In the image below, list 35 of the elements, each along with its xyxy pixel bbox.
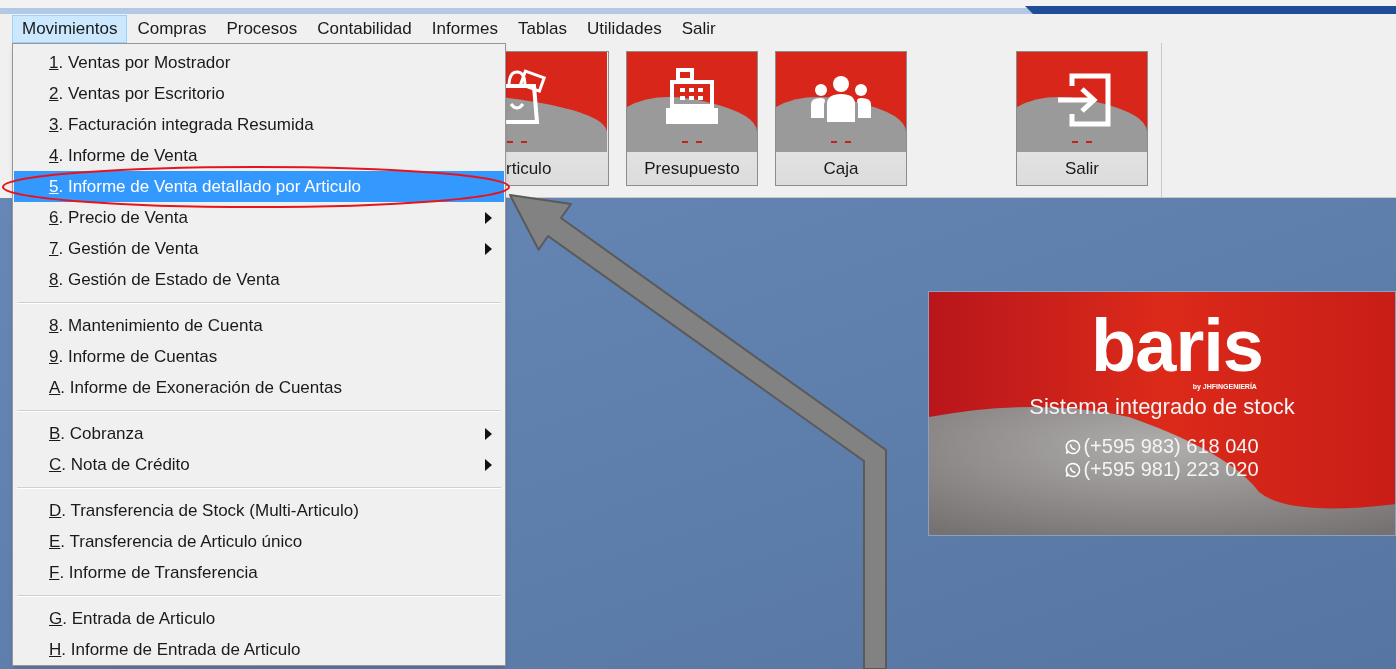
menu-bar-item[interactable]: Procesos [216,14,308,43]
menu-item[interactable]: 9. Informe de Cuentas [14,341,504,372]
toolbar-button[interactable]: Salir [1016,51,1148,186]
cash-register-icon [627,52,757,152]
menu-item[interactable]: 1. Ventas por Mostrador [14,47,504,78]
toolbar-button[interactable]: rticulo [505,51,609,186]
menu-item[interactable]: F. Informe de Transferencia [14,557,504,588]
menu-item[interactable]: G. Entrada de Articulo [14,603,504,634]
toolbar-button[interactable]: Presupuesto [626,51,758,186]
exit-icon [1017,52,1147,152]
menu-item[interactable]: 6. Precio de Venta [14,202,504,233]
people-icon [776,52,906,152]
menu-bar-item[interactable]: Utilidades [577,14,672,43]
menu-item[interactable]: C. Nota de Crédito [14,449,504,480]
menu-item[interactable]: E. Transferencia de Articulo único [14,526,504,557]
menu-item[interactable]: A. Informe de Exoneración de Cuentas [14,372,504,403]
menu-item[interactable]: H. Informe de Entrada de Articulo [14,634,504,665]
menu-bar-item[interactable]: Informes [421,14,508,43]
menu-item[interactable]: 8. Mantenimiento de Cuenta [14,310,504,341]
menu-bar-item[interactable]: Tablas [507,14,578,43]
menu-item[interactable]: 7. Gestión de Venta [14,233,504,264]
menu-item[interactable]: 2. Ventas por Escritorio [14,78,504,109]
menu-item[interactable]: 8. Gestión de Estado de Venta [14,264,504,295]
logo-wordmark: baris [1091,310,1263,382]
menu-item[interactable]: 4. Informe de Venta [14,140,504,171]
chat-bubble-icon [1065,438,1082,455]
menu-bar-item[interactable]: Contabilidad [307,14,422,43]
toolbar-button[interactable]: Caja [775,51,907,186]
menu-bar-item[interactable]: Movimientos [12,14,128,43]
menu-bar-item[interactable]: Salir [671,14,726,43]
chat-bubble-icon [1065,461,1082,478]
menu-item[interactable]: D. Transferencia de Stock (Multi-Articulo) [14,495,504,526]
menu-bar-item[interactable]: Compras [127,14,217,43]
menu-item[interactable]: B. Cobranza [14,418,504,449]
menu-item[interactable]: 3. Facturación integrada Resumida [14,109,504,140]
